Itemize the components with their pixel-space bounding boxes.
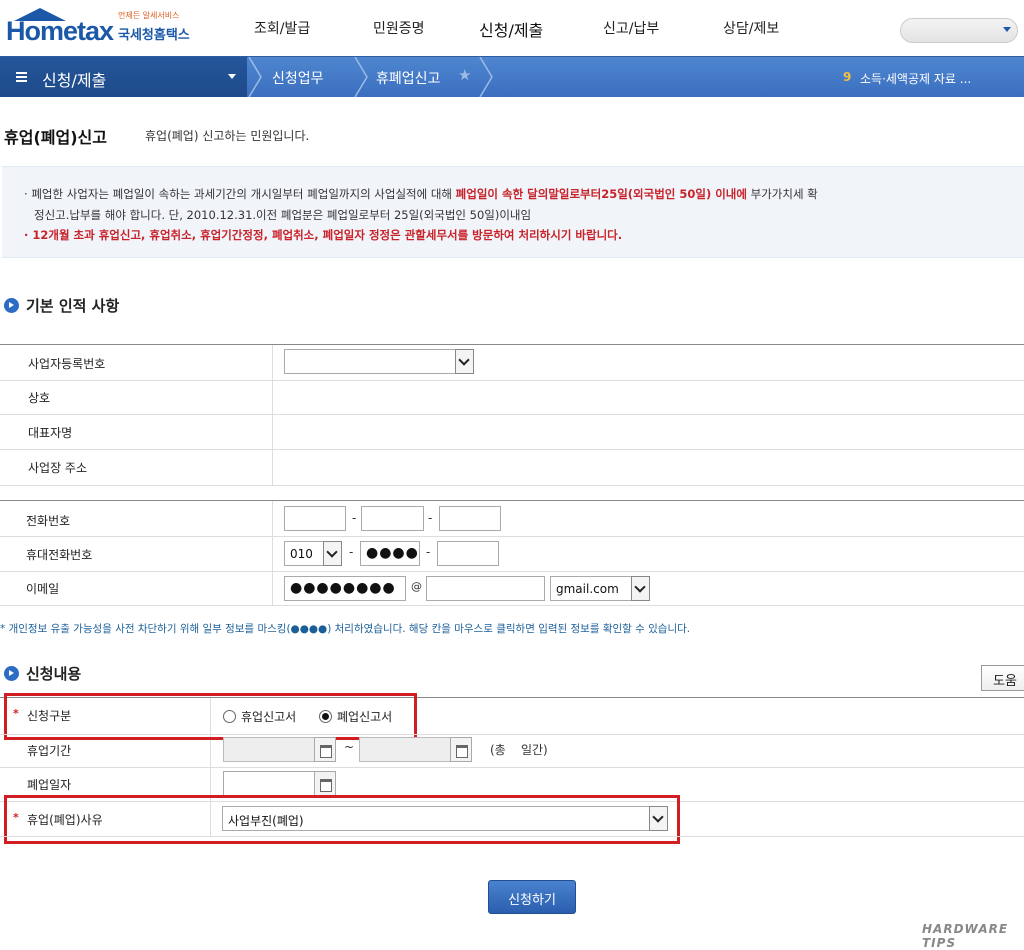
- notice-ticker-link[interactable]: 소득·세액공제 자료 ...: [860, 70, 971, 87]
- row-divider: [0, 449, 1024, 450]
- menu-dropdown[interactable]: 신청/제출: [0, 57, 247, 97]
- info-line-1-highlight: 폐업일이 속한 달의말일로부터25일(외국법인 50일) 이내에: [455, 187, 747, 201]
- row-divider: [0, 485, 1024, 486]
- top-search-select[interactable]: [900, 18, 1018, 43]
- label-mobile: 휴대전화번호: [26, 548, 93, 562]
- row-divider: [0, 734, 1024, 735]
- dash-separator: -: [428, 511, 433, 525]
- nav-report-pay[interactable]: 신고/납부: [603, 18, 659, 38]
- table-top-border: [0, 500, 1024, 501]
- highlight-box-apply-type: [4, 693, 417, 740]
- breadcrumb-separator-icon: [354, 57, 368, 97]
- row-divider: [0, 605, 1024, 606]
- row-divider: [0, 767, 1024, 768]
- email-domain-select[interactable]: gmail.com: [550, 576, 632, 601]
- row-divider: [0, 414, 1024, 415]
- table-top-border: [0, 344, 1024, 345]
- label-representative: 대표자명: [28, 426, 73, 440]
- label-suspension-period: 휴업기간: [27, 744, 72, 758]
- section-arrow-icon: [4, 666, 19, 681]
- table-divider: [272, 501, 273, 605]
- chevron-down-icon[interactable]: [455, 349, 474, 374]
- logo-tagline: 언제든 알세서비스: [118, 11, 180, 20]
- menu-title: 신청/제출: [42, 71, 107, 90]
- mobile-prefix-select[interactable]: 010: [284, 541, 324, 566]
- nav-inquiry[interactable]: 조회/발급: [254, 18, 310, 38]
- dash-separator: -: [426, 545, 431, 559]
- chevron-down-icon[interactable]: [323, 541, 342, 566]
- label-business-number: 사업자등록번호: [28, 357, 106, 371]
- breadcrumb-separator-icon: [248, 57, 262, 97]
- phone-middle-input[interactable]: [361, 506, 424, 531]
- help-button[interactable]: 도움: [981, 665, 1024, 691]
- phone-area-input[interactable]: [284, 506, 346, 531]
- dash-separator: -: [352, 511, 357, 525]
- row-divider: [0, 836, 1024, 837]
- top-header: Hometax 언제든 알세서비스 국세청홈택스 조회/발급 민원증명 신청/제…: [0, 0, 1024, 56]
- tilde-separator: ~: [344, 740, 355, 754]
- submit-apply-button[interactable]: 신청하기: [488, 880, 576, 914]
- page-title: 휴업(폐업)신고: [4, 128, 107, 147]
- info-line-1-text: 폐업한 사업자는 폐업일이 속하는 과세기간의 개시일부터 폐업일까지의 사업실…: [31, 187, 453, 201]
- dash-separator: -: [349, 545, 354, 559]
- period-total-days: (총 일간): [490, 743, 548, 757]
- hometax-logo[interactable]: Hometax 언제든 알세서비스 국세청홈택스: [6, 6, 206, 50]
- privacy-notice: * 개인정보 유출 가능성을 사전 차단하기 위해 일부 정보를 마스킹(●●●…: [0, 623, 691, 635]
- chevron-down-icon[interactable]: [631, 576, 650, 601]
- hamburger-icon: [16, 72, 27, 82]
- calendar-icon[interactable]: [314, 737, 336, 762]
- row-divider: [0, 536, 1024, 537]
- info-notice-box: · 폐업한 사업자는 폐업일이 속하는 과세기간의 개시일부터 폐업일까지의 사…: [2, 166, 1024, 258]
- label-closure-date: 폐업일자: [27, 778, 72, 792]
- chevron-down-icon: [1003, 27, 1011, 32]
- breadcrumb-separator-icon: [479, 57, 493, 97]
- info-line-3-text: 12개월 초과 휴업신고, 휴업취소, 휴업기간정정, 폐업취소, 폐업일자 정…: [32, 228, 623, 242]
- email-id-input[interactable]: ●●●●●●●●: [284, 576, 406, 601]
- info-line-1: · 폐업한 사업자는 폐업일이 속하는 과세기간의 개시일부터 폐업일까지의 사…: [24, 187, 818, 201]
- star-favorite-icon[interactable]: ★: [458, 66, 471, 84]
- business-number-select[interactable]: [284, 349, 456, 374]
- masked-value: ●●●●●●●●: [290, 580, 396, 596]
- section-arrow-icon: [4, 298, 19, 313]
- nav-consult[interactable]: 상담/제보: [723, 18, 779, 38]
- chevron-down-icon: [228, 74, 236, 79]
- phone-last-input[interactable]: [439, 506, 501, 531]
- logo-subtitle: 국세청홈택스: [118, 28, 190, 43]
- row-divider: [0, 571, 1024, 572]
- period-start-input[interactable]: [223, 737, 315, 762]
- label-company-name: 상호: [28, 391, 51, 405]
- closure-date-input[interactable]: [223, 771, 315, 796]
- nav-certificate[interactable]: 민원증명: [373, 18, 425, 38]
- table-divider: [272, 345, 273, 485]
- row-divider: [0, 380, 1024, 381]
- label-phone: 전화번호: [26, 514, 71, 528]
- label-business-address: 사업장 주소: [28, 461, 88, 475]
- calendar-icon[interactable]: [314, 771, 336, 796]
- section-title-apply: 신청내용: [26, 665, 82, 683]
- sub-navigation-bar: 신청/제출 신청업무 휴폐업신고 ★ 9 소득·세액공제 자료 ...: [0, 56, 1024, 97]
- period-end-input[interactable]: [359, 737, 451, 762]
- nav-apply[interactable]: 신청/제출: [479, 17, 543, 41]
- label-email: 이메일: [26, 582, 60, 596]
- info-line-1-tail: 부가가치세 확: [750, 187, 818, 201]
- section-title-basic: 기본 인적 사항: [26, 297, 120, 315]
- info-line-3: · 12개월 초과 휴업신고, 휴업취소, 휴업기간정정, 폐업취소, 폐업일자…: [24, 228, 623, 242]
- breadcrumb-apply-work[interactable]: 신청업무: [272, 68, 324, 88]
- info-line-2: 정신고.납부를 해야 합니다. 단, 2010.12.31.이전 폐업분은 폐업…: [34, 208, 532, 222]
- page-description: 휴업(폐업) 신고하는 민원입니다.: [145, 129, 310, 143]
- watermark: HARDWARE TIPS: [922, 922, 1009, 950]
- email-domain-input[interactable]: [426, 576, 545, 601]
- masked-value: ●●●●: [366, 545, 419, 561]
- at-sign: @: [411, 580, 422, 593]
- mobile-middle-input[interactable]: ●●●●: [360, 541, 420, 566]
- mobile-last-input[interactable]: [437, 541, 499, 566]
- breadcrumb-closure-report[interactable]: 휴폐업신고: [376, 68, 440, 88]
- notice-number: 9: [843, 70, 852, 84]
- logo-text: Hometax: [6, 16, 114, 46]
- calendar-icon[interactable]: [450, 737, 472, 762]
